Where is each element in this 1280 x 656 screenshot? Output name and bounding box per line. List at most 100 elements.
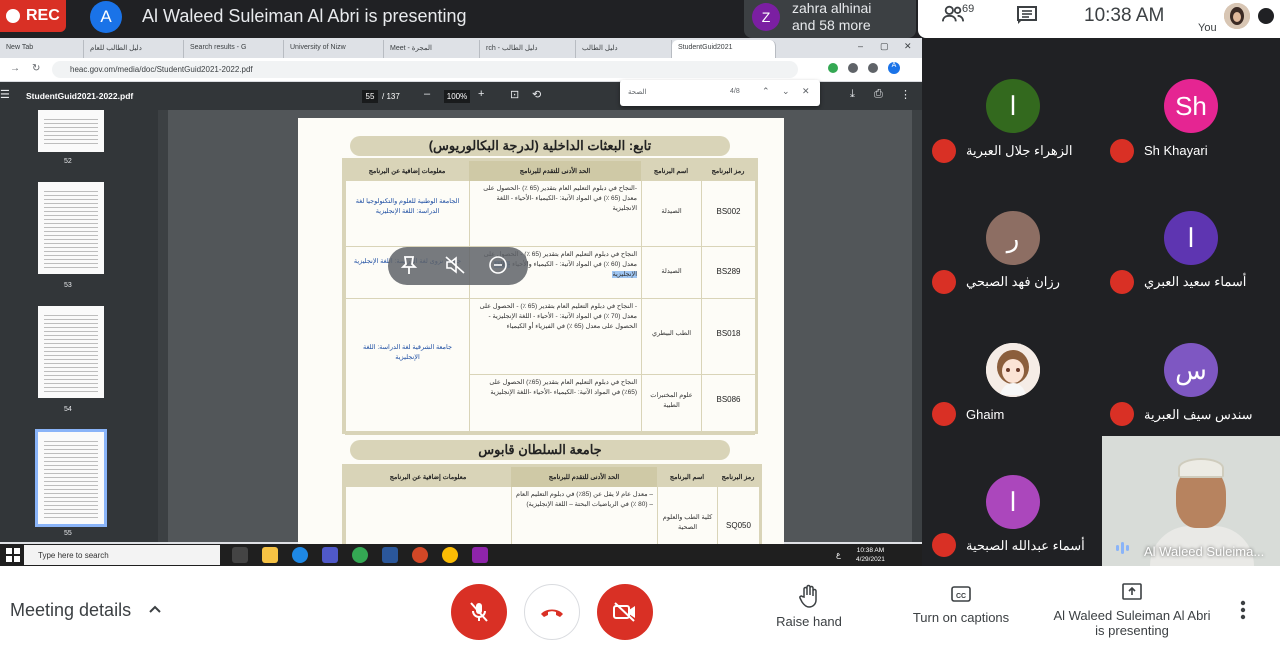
- profile-avatar[interactable]: A: [888, 62, 900, 74]
- column-header: معلومات إضافية عن البرنامج: [345, 467, 511, 487]
- find-close-icon[interactable]: ✕: [802, 86, 810, 97]
- participant-avatar: ر: [986, 211, 1040, 265]
- zoom-in-icon[interactable]: +: [478, 88, 484, 100]
- print-icon[interactable]: ⎙: [874, 88, 883, 101]
- language-indicator[interactable]: ع: [836, 550, 841, 559]
- browser-tab[interactable]: University of Nizw: [284, 40, 384, 58]
- column-header: الحد الأدنى للتقدم للبرنامج: [469, 161, 641, 181]
- participant-name: Sh Khayari: [1144, 143, 1208, 158]
- mic-off-icon: [932, 139, 956, 163]
- forward-icon[interactable]: →: [10, 63, 20, 74]
- thumbnail-sidebar: 52 53 54 55: [0, 110, 168, 542]
- browser-tab-strip: New Tab دليل الطالب للعام Search results…: [0, 38, 922, 58]
- captions-button[interactable]: CC Turn on captions: [902, 584, 1020, 625]
- file-explorer-icon[interactable]: [262, 547, 278, 563]
- thumbnail-number: 53: [64, 282, 72, 289]
- browser-tab[interactable]: rch - دليل الطالب: [480, 40, 576, 58]
- page-thumbnail[interactable]: [38, 182, 104, 274]
- presenting-status-button[interactable]: Al Waleed Suleiman Al Abri is presenting: [1046, 582, 1218, 638]
- participant-avatar: ا: [986, 79, 1040, 133]
- extension-icon[interactable]: [868, 63, 878, 73]
- presenter-video-tile[interactable]: Al Waleed Suleima...: [1102, 436, 1280, 566]
- captions-label: Turn on captions: [912, 610, 1010, 625]
- table-cell: – معدل عام لا يقل عن (85٪) في دبلوم التع…: [511, 487, 657, 548]
- edge-icon[interactable]: [292, 547, 308, 563]
- find-input[interactable]: الصحة: [628, 88, 646, 96]
- find-previous-icon[interactable]: ⌃: [762, 86, 770, 97]
- page-thumbnail[interactable]: [38, 306, 104, 398]
- participant-name: أسماء سعيد العبري: [1144, 274, 1247, 289]
- raise-hand-button[interactable]: Raise hand: [770, 584, 848, 629]
- presenting-banner: Al Waleed Suleiman Al Abri is presenting: [142, 6, 467, 26]
- page-thumbnail[interactable]: [38, 110, 104, 152]
- url-field[interactable]: heac.gov.om/media/doc/StudentGuid2021-20…: [52, 61, 798, 78]
- people-icon[interactable]: [942, 5, 964, 28]
- extension-icon[interactable]: [848, 63, 858, 73]
- teams-icon[interactable]: [322, 547, 338, 563]
- table-cell: BS289: [701, 247, 755, 299]
- chrome-icon[interactable]: [352, 547, 368, 563]
- minimize-icon[interactable]: –: [858, 41, 863, 51]
- present-screen-icon: [1122, 583, 1142, 600]
- participant-avatar: ا: [1164, 211, 1218, 265]
- hang-up-icon: [541, 609, 563, 617]
- word-icon[interactable]: [382, 547, 398, 563]
- extension-icon[interactable]: [828, 63, 838, 73]
- menu-icon[interactable]: ☰: [0, 88, 10, 101]
- meeting-clock: 10:38 AM: [1084, 5, 1165, 26]
- browser-tab-active[interactable]: StudentGuid2021: [672, 40, 776, 58]
- more-options-icon[interactable]: [1240, 600, 1246, 625]
- task-view-icon[interactable]: [232, 547, 248, 563]
- remove-icon[interactable]: [488, 255, 508, 280]
- chat-icon[interactable]: [1016, 5, 1038, 30]
- column-header: اسم البرنامج: [641, 161, 701, 181]
- download-icon[interactable]: ⤓: [850, 88, 855, 101]
- hand-icon: [799, 584, 817, 608]
- presentation-overlay: [388, 247, 528, 285]
- thumbnail-number: 55: [64, 530, 72, 537]
- pdf-title: StudentGuid2021-2022.pdf: [26, 91, 134, 101]
- self-thumbnail[interactable]: [1224, 3, 1250, 29]
- browser-tab[interactable]: دليل الطالب للعام: [84, 40, 184, 58]
- page-number-input[interactable]: 55: [362, 90, 378, 103]
- find-count: 4/8: [730, 88, 740, 95]
- more-options-icon[interactable]: ⋮: [900, 88, 911, 101]
- find-next-icon[interactable]: ⌄: [782, 86, 790, 97]
- browser-tab[interactable]: Meet - المجرة: [384, 40, 480, 58]
- maximize-icon[interactable]: ▢: [880, 41, 889, 52]
- browser-tab[interactable]: Search results - G: [184, 40, 284, 58]
- participant-avatar: Z: [752, 3, 780, 31]
- powerpoint-icon[interactable]: [412, 547, 428, 563]
- find-bar: الصحة 4/8 ⌃ ⌄ ✕: [620, 80, 820, 106]
- table-cell: -النجاح في دبلوم التعليم العام بتقدير (6…: [469, 181, 641, 247]
- mic-off-icon: [932, 270, 956, 294]
- microphone-toggle-button[interactable]: [451, 584, 507, 640]
- browser-tab[interactable]: دليل الطالب: [576, 40, 672, 58]
- chevron-up-icon[interactable]: [147, 601, 163, 622]
- page-thumbnail-active[interactable]: [35, 429, 107, 527]
- taskbar-search[interactable]: Type here to search: [24, 545, 220, 565]
- fit-page-icon[interactable]: ⊡: [510, 88, 519, 101]
- other-participants-chip[interactable]: Z zahra alhinai and 58 more: [744, 0, 916, 38]
- pin-icon[interactable]: [400, 255, 418, 280]
- meeting-details-button[interactable]: Meeting details: [10, 600, 131, 621]
- browser-tab[interactable]: New Tab: [0, 40, 84, 58]
- zoom-out-icon[interactable]: –: [424, 88, 430, 100]
- close-icon[interactable]: ✕: [904, 41, 912, 52]
- mute-audio-icon[interactable]: [444, 255, 466, 280]
- app-icon[interactable]: [472, 547, 488, 563]
- camera-toggle-button[interactable]: [597, 584, 653, 640]
- windows-start-icon[interactable]: [6, 548, 20, 562]
- sidebar-scrollbar[interactable]: [158, 110, 168, 542]
- participant-photo: [986, 343, 1040, 397]
- chrome-icon[interactable]: [442, 547, 458, 563]
- taskbar-clock[interactable]: 10:38 AM 4/29/2021: [856, 546, 885, 564]
- zoom-level[interactable]: 100%: [444, 90, 470, 103]
- pdf-scrollbar[interactable]: [912, 110, 922, 542]
- leave-call-button[interactable]: [524, 584, 580, 640]
- table-cell: الصيدلة: [641, 181, 701, 247]
- pdf-page: تابع: البعثات الداخلية (لدرجة البكالوريو…: [298, 118, 784, 548]
- raise-hand-label: Raise hand: [776, 614, 842, 629]
- reload-icon[interactable]: ↻: [32, 63, 40, 74]
- rotate-icon[interactable]: ⟲: [532, 88, 541, 101]
